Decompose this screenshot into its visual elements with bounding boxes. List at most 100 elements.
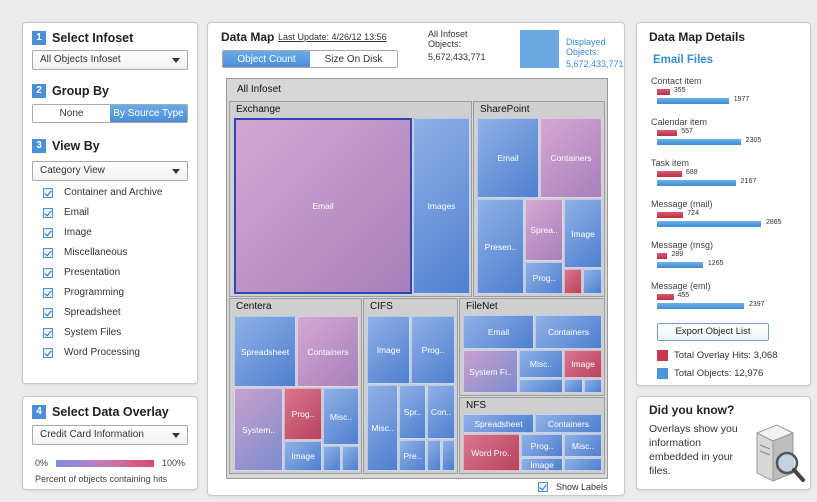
category-checkbox-container[interactable]: Container and Archive <box>43 187 162 198</box>
detail-item-label: Task item <box>651 158 690 168</box>
page-title: Data Map <box>221 30 275 44</box>
details-subtitle: Email Files <box>653 54 714 66</box>
treemap-cell-centera-programming[interactable]: Prog.. <box>284 388 322 440</box>
category-checkbox-spreadsheet[interactable]: Spreadsheet <box>43 307 121 318</box>
treemap-cell-centera-small-1[interactable] <box>323 446 341 471</box>
tip-title: Did you know? <box>649 403 735 417</box>
treemap-cell-nfs-word-processing[interactable]: Word Pro.. <box>463 434 520 471</box>
checkbox-checked-icon[interactable] <box>43 307 53 318</box>
group-centera[interactable]: Centera Spreadsheet Containers System.. … <box>229 298 362 474</box>
category-checkbox-word-processing[interactable]: Word Processing <box>43 347 140 358</box>
category-checkbox-misc[interactable]: Miscellaneous <box>43 247 127 258</box>
server-magnifier-icon <box>755 424 805 482</box>
metric-tabs: Object Count Size On Disk <box>222 50 398 68</box>
category-checkbox-presentation[interactable]: Presentation <box>43 267 120 278</box>
category-checkbox-system-files[interactable]: System Files <box>43 327 121 338</box>
treemap-cell-centera-containers[interactable]: Containers <box>297 316 359 387</box>
treemap-cell-filenet-small-2[interactable] <box>564 379 583 393</box>
treemap-cell-filenet-system-files[interactable]: System Fi.. <box>463 350 518 393</box>
checkbox-checked-icon[interactable] <box>43 187 53 198</box>
overlay-hits-value: 289 <box>671 251 684 258</box>
treemap-cell-sharepoint-small-1[interactable] <box>564 269 582 294</box>
group-by-source-type-button[interactable]: By Source Type <box>110 105 187 122</box>
step-number: 3 <box>32 139 46 153</box>
treemap-cell-exchange-email[interactable]: Email <box>234 118 412 294</box>
category-checkbox-image[interactable]: Image <box>43 227 92 238</box>
treemap-cell-cifs-presentation[interactable]: Pre.. <box>399 440 426 471</box>
treemap-cell-sharepoint-containers[interactable]: Containers <box>540 118 602 198</box>
checkbox-checked-icon[interactable] <box>43 287 53 298</box>
group-by-none-button[interactable]: None <box>33 105 110 122</box>
treemap-cell-nfs-spreadsheet[interactable]: Spreadsheet <box>463 414 534 433</box>
export-object-list-button[interactable]: Export Object List <box>657 323 769 341</box>
checkbox-checked-icon[interactable] <box>43 247 53 258</box>
treemap-cell-filenet-small-3[interactable] <box>584 379 602 393</box>
treemap-cell-sharepoint-small-2[interactable] <box>583 269 602 294</box>
checkbox-checked-icon[interactable] <box>43 207 53 218</box>
group-cifs[interactable]: CIFS Image Prog.. Misc.. Spr.. Con.. Pre… <box>363 298 458 474</box>
all-infoset-objects-label: All Infoset Objects: <box>428 29 468 49</box>
category-checkbox-programming[interactable]: Programming <box>43 287 124 298</box>
step-number: 4 <box>32 405 46 419</box>
treemap-cell-exchange-images[interactable]: Images <box>413 118 470 294</box>
group-label: Exchange <box>236 104 281 115</box>
treemap-cell-centera-image[interactable]: Image <box>284 441 322 471</box>
treemap-cell-filenet-image[interactable]: Image <box>564 350 602 378</box>
total-objects-value: 2167 <box>740 178 757 185</box>
treemap-cell-cifs-misc[interactable]: Misc.. <box>367 385 398 471</box>
last-update-link[interactable]: Last Update: 4/26/12 13:56 <box>278 32 387 42</box>
group-by-heading: 2 Group By <box>32 84 109 98</box>
total-objects-bar <box>657 262 703 268</box>
treemap-cell-cifs-spreadsheet[interactable]: Spr.. <box>399 385 426 439</box>
tab-size-on-disk[interactable]: Size On Disk <box>310 51 397 67</box>
view-by-select[interactable]: Category View <box>32 161 188 181</box>
treemap-cell-centera-small-2[interactable] <box>342 446 359 471</box>
treemap-cell-cifs-programming[interactable]: Prog.. <box>411 316 455 384</box>
group-label: Centera <box>236 301 272 312</box>
group-exchange[interactable]: Exchange Email Images <box>229 101 472 297</box>
detail-item-label: Calendar item <box>651 117 708 127</box>
treemap-cell-sharepoint-programming[interactable]: Prog.. <box>525 262 563 294</box>
treemap-cell-centera-misc[interactable]: Misc.. <box>323 388 359 445</box>
infoset-select[interactable]: All Objects Infoset <box>32 50 188 70</box>
treemap-cell-nfs-misc[interactable]: Misc.. <box>564 434 602 457</box>
total-objects-value: 2397 <box>749 301 765 308</box>
treemap-cell-sharepoint-presentation[interactable]: Presen.. <box>477 199 524 294</box>
treemap-cell-nfs-programming[interactable]: Prog.. <box>521 434 563 457</box>
checkbox-checked-icon[interactable] <box>43 327 53 338</box>
treemap-cell-cifs-image[interactable]: Image <box>367 316 410 384</box>
group-nfs[interactable]: NFS Spreadsheet Containers Word Pro.. Pr… <box>459 397 605 474</box>
treemap-cell-filenet-misc[interactable]: Misc.. <box>519 350 563 378</box>
treemap-cell-sharepoint-email[interactable]: Email <box>477 118 539 198</box>
treemap-cell-nfs-image[interactable]: Image <box>521 458 563 471</box>
data-map-panel: Data Map Last Update: 4/26/12 13:56 Obje… <box>207 22 625 496</box>
treemap-cell-sharepoint-spreadsheet[interactable]: Sprea.. <box>525 199 563 261</box>
detail-item-label: Contact item <box>651 76 702 86</box>
group-by-toggle: None By Source Type <box>32 104 188 123</box>
treemap-cell-cifs-small-2[interactable] <box>442 440 455 471</box>
treemap-cell-filenet-small-1[interactable] <box>519 379 563 393</box>
checkbox-checked-icon[interactable] <box>538 482 548 492</box>
total-objects-bar <box>657 180 736 186</box>
treemap-cell-cifs-small-1[interactable] <box>427 440 441 471</box>
category-checkbox-email[interactable]: Email <box>43 207 89 218</box>
treemap-cell-filenet-email[interactable]: Email <box>463 315 534 349</box>
treemap-cell-nfs-small-1[interactable] <box>564 458 602 471</box>
checkbox-checked-icon[interactable] <box>43 227 53 238</box>
show-labels-toggle[interactable]: Show Labels <box>538 482 608 492</box>
checkbox-checked-icon[interactable] <box>43 267 53 278</box>
treemap-cell-sharepoint-image[interactable]: Image <box>564 199 602 268</box>
checkbox-checked-icon[interactable] <box>43 347 53 358</box>
treemap-cell-cifs-containers[interactable]: Con.. <box>427 385 455 439</box>
detail-item-label: Message (msg) <box>651 240 714 250</box>
tab-object-count[interactable]: Object Count <box>223 51 310 67</box>
total-objects-bar <box>657 303 744 309</box>
data-overlay-select[interactable]: Credit Card Information <box>32 425 188 445</box>
treemap-cell-centera-system[interactable]: System.. <box>234 388 283 471</box>
group-sharepoint[interactable]: SharePoint Email Containers Presen.. Spr… <box>473 101 605 297</box>
treemap-cell-nfs-containers[interactable]: Containers <box>535 414 602 433</box>
group-filenet[interactable]: FileNet Email Containers System Fi.. Mis… <box>459 298 605 396</box>
treemap-cell-centera-spreadsheet[interactable]: Spreadsheet <box>234 316 296 387</box>
treemap-cell-filenet-containers[interactable]: Containers <box>535 315 602 349</box>
overlay-hits-bar <box>657 212 684 218</box>
